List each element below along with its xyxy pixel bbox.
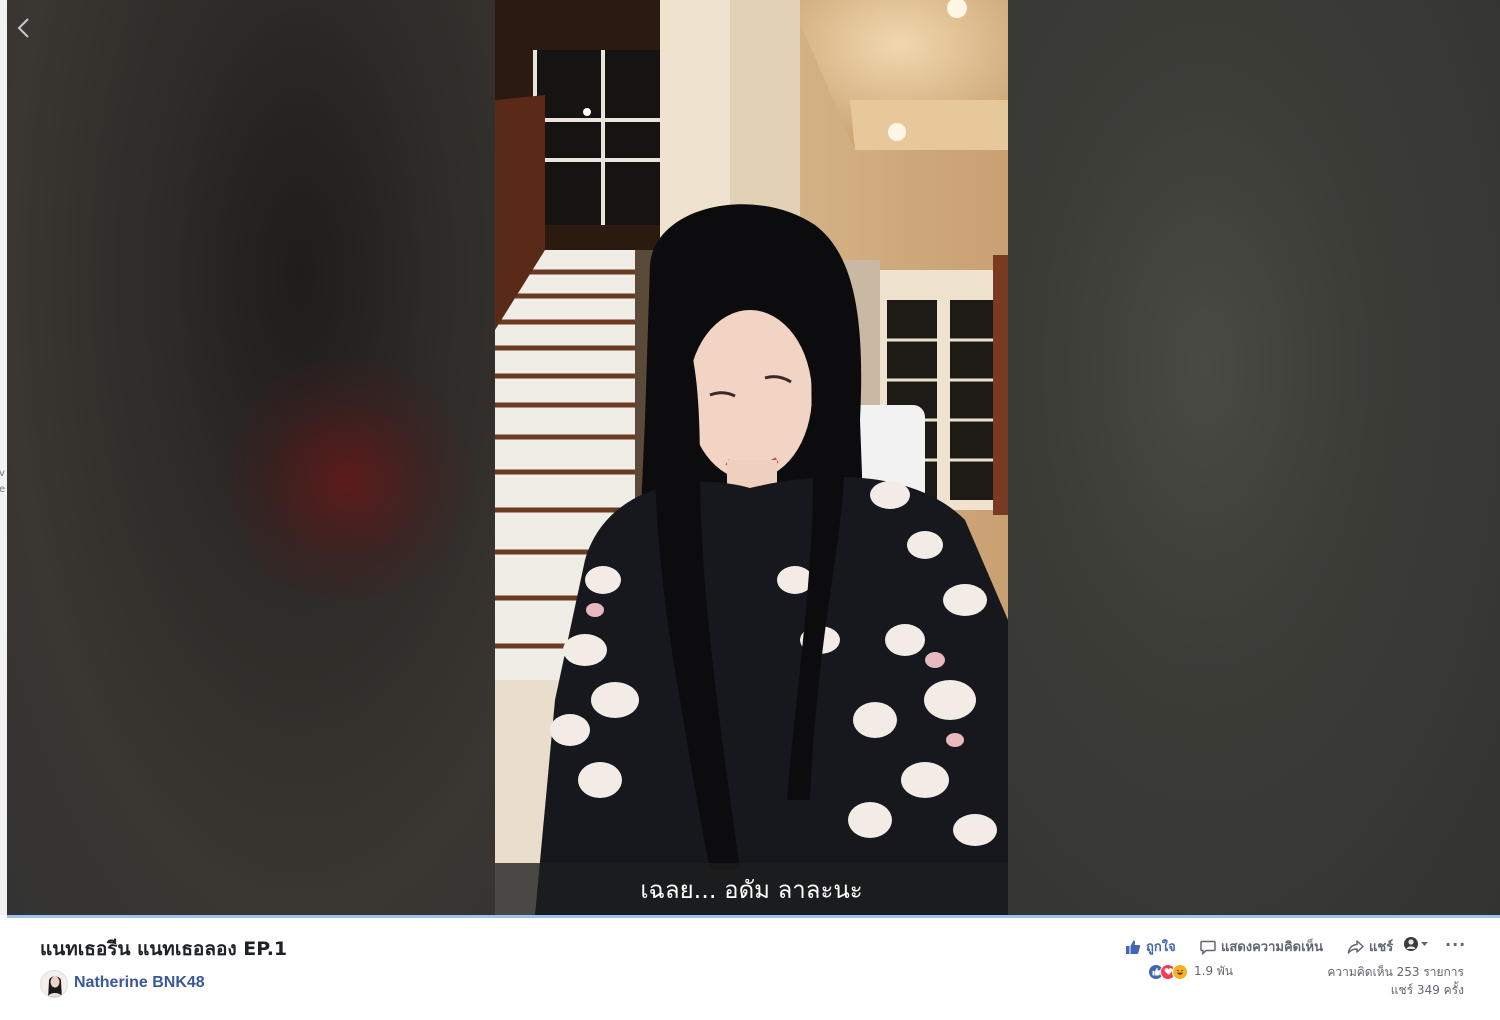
video-viewer: v e เฉลย... อดัม ลาละนะ	[0, 0, 1500, 915]
chevron-left-icon	[17, 18, 29, 38]
blurred-background-left	[7, 0, 495, 915]
reaction-count: 1.9 พัน	[1194, 964, 1234, 978]
left-strip-text-1: v	[0, 468, 5, 479]
share-arrow-icon	[1347, 939, 1364, 954]
comment-count-link[interactable]: ความคิดเห็น 253 รายการ	[1327, 963, 1464, 982]
speech-bubble-icon	[1200, 940, 1216, 955]
post-info-panel: แนทเธอรีน แนทเธอลอง EP.1 Natherine BNK48…	[7, 918, 1500, 1020]
left-edge-strip: v e	[0, 0, 7, 915]
laugh-glyph	[1176, 969, 1184, 975]
video-player[interactable]: เฉลย... อดัม ลาละนะ	[495, 0, 1008, 915]
like-label: ถูกใจ	[1146, 940, 1176, 955]
video-frame-image	[495, 0, 1008, 915]
back-button[interactable]	[12, 14, 36, 42]
left-strip-text-2: e	[0, 484, 6, 495]
subtitle-bar: เฉลย... อดัม ลาละนะ	[495, 863, 1008, 915]
comment-button[interactable]: แสดงความคิดเห็น	[1200, 936, 1323, 957]
share-button[interactable]: แชร์	[1347, 936, 1393, 957]
share-label: แชร์	[1369, 940, 1394, 955]
haha-reaction-icon	[1172, 963, 1188, 980]
more-options-button[interactable]: ···	[1445, 935, 1466, 954]
blurred-red-glow	[217, 360, 477, 600]
page-name-link[interactable]: Natherine BNK48	[74, 974, 205, 992]
thumbs-up-icon	[1126, 940, 1141, 954]
subtitle-text: เฉลย... อดัม ลาละนะ	[640, 875, 863, 904]
avatar-image	[41, 971, 67, 997]
page-avatar[interactable]	[40, 970, 68, 998]
audience-selector[interactable]	[1403, 936, 1431, 952]
blurred-background-right	[1008, 0, 1500, 915]
like-button[interactable]: ถูกใจ	[1125, 936, 1176, 957]
comment-label: แสดงความคิดเห็น	[1221, 940, 1324, 955]
reactions-summary[interactable]: 1.9 พัน	[1148, 962, 1233, 981]
avatar-dropdown-icon	[1404, 937, 1428, 951]
video-title: แนทเธอรีน แนทเธอลอง EP.1	[40, 938, 288, 960]
share-count-link[interactable]: แชร์ 349 ครั้ง	[1391, 981, 1464, 1000]
